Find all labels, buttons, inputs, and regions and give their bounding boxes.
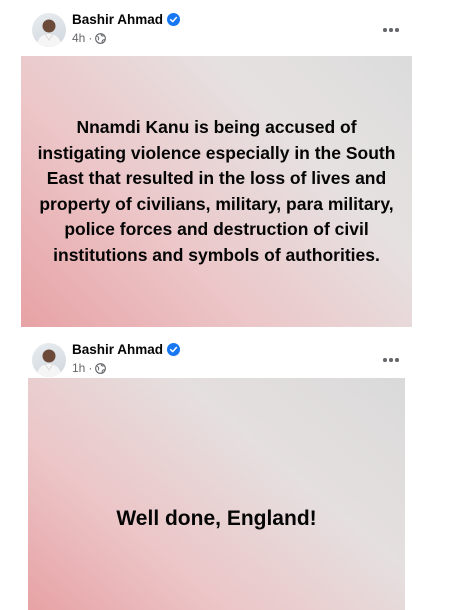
meta-separator: · xyxy=(88,31,93,45)
post-text-card[interactable]: Nnamdi Kanu is being accused of instigat… xyxy=(21,56,412,327)
post-body-text: Nnamdi Kanu is being accused of instigat… xyxy=(37,117,396,265)
more-options-button[interactable] xyxy=(379,18,403,42)
verified-badge-icon xyxy=(167,13,181,26)
author-name[interactable]: Bashir Ahmad xyxy=(72,342,163,357)
post-timestamp[interactable]: 1h xyxy=(72,361,85,375)
more-dot xyxy=(395,28,399,32)
globe-icon[interactable] xyxy=(95,32,107,44)
post-text-card[interactable]: Well done, England! xyxy=(28,378,405,610)
more-dot xyxy=(395,358,399,362)
more-dot xyxy=(383,358,387,362)
verified-badge-icon xyxy=(167,343,181,356)
more-dot xyxy=(389,28,393,32)
meta-separator: · xyxy=(88,361,93,375)
more-dot xyxy=(383,28,387,32)
more-dot xyxy=(389,358,393,362)
post: Bashir Ahmad 4h · Nnamdi Kanu is being a… xyxy=(0,0,455,330)
post-timestamp[interactable]: 4h xyxy=(72,31,85,45)
globe-icon[interactable] xyxy=(95,362,107,374)
post-body-text: Well done, England! xyxy=(116,507,317,530)
avatar[interactable] xyxy=(32,13,66,47)
post-header: Bashir Ahmad 4h · xyxy=(0,0,455,56)
avatar[interactable] xyxy=(32,343,66,377)
more-options-button[interactable] xyxy=(379,348,403,372)
author-name[interactable]: Bashir Ahmad xyxy=(72,12,163,27)
post: Bashir Ahmad 1h · Well done, England! xyxy=(0,330,455,610)
